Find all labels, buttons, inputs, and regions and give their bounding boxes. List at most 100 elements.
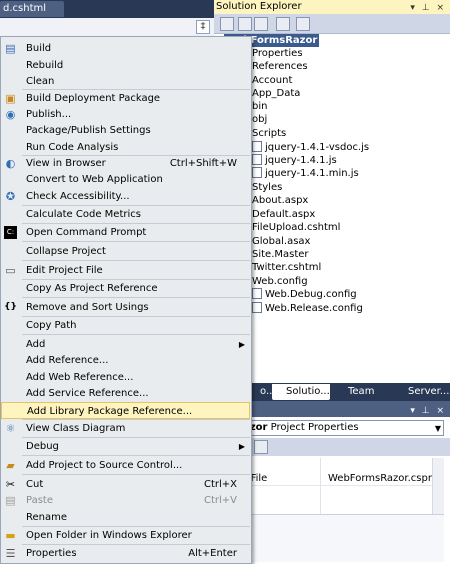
menu-item-copy-as-project-reference[interactable]: Copy As Project Reference [1, 280, 251, 297]
tree-item-file[interactable]: Web.Debug.config [252, 288, 357, 301]
menu-item-label: Debug [26, 441, 59, 452]
submenu-arrow-icon: ▶ [238, 442, 245, 451]
js-file-icon [252, 154, 262, 165]
menu-item-label: Add Library Package Reference... [27, 406, 193, 417]
tree-item-references[interactable]: References [252, 60, 308, 73]
menu-separator [22, 297, 250, 298]
menu-item-remove-and-sort-usings[interactable]: {} Remove and Sort Usings [1, 299, 251, 316]
tree-item-styles[interactable]: Styles [252, 181, 282, 194]
tab-solution-explorer[interactable]: Solutio... [272, 384, 330, 400]
menu-item-rebuild[interactable]: Rebuild [1, 57, 251, 74]
menu-item-calculate-code-metrics[interactable]: Calculate Code Metrics [1, 206, 251, 223]
menu-item-label: Add Service Reference... [26, 388, 149, 399]
menu-item-collapse-project[interactable]: Collapse Project [1, 243, 251, 260]
menu-item-label: Copy Path [26, 320, 77, 331]
tree-item-file[interactable]: jquery-1.4.1.min.js [252, 167, 359, 180]
menu-item-shortcut: Alt+Enter [188, 548, 237, 559]
menu-item-label: View Class Diagram [26, 423, 126, 434]
submenu-arrow-icon: ▶ [238, 340, 245, 349]
tab-team-explorer[interactable]: Team E... [334, 384, 392, 413]
menu-item-add-to-source-control[interactable]: ▰ Add Project to Source Control... [1, 457, 251, 474]
tree-item-file[interactable]: jquery-1.4.1.js [252, 154, 337, 167]
menu-item-convert-to-web-application[interactable]: Convert to Web Application [1, 171, 251, 188]
menu-item-package-publish-settings[interactable]: Package/Publish Settings [1, 122, 251, 139]
menu-item-debug[interactable]: Debug ▶ [1, 438, 251, 455]
tree-item-global[interactable]: Global.asax [252, 235, 310, 248]
tree-item-site-master[interactable]: Site.Master [252, 248, 309, 261]
menu-item-label: Check Accessibility... [26, 191, 130, 202]
menu-item-view-in-browser[interactable]: ◐ View in Browser Ctrl+Shift+W [1, 155, 251, 172]
browser-icon: ◐ [5, 157, 16, 170]
build-icon: ▤ [5, 42, 16, 55]
tree-item-bin[interactable]: bin [252, 100, 267, 113]
tree-item-default[interactable]: Default.aspx [252, 208, 315, 221]
menu-item-paste[interactable]: ▤ Paste Ctrl+V [1, 492, 251, 509]
menu-item-check-accessibility[interactable]: ✪ Check Accessibility... [1, 188, 251, 205]
menu-item-cut[interactable]: ✂ Cut Ctrl+X [1, 476, 251, 493]
tree-item-twitter[interactable]: Twitter.cshtml [252, 261, 321, 274]
menu-item-add-reference[interactable]: Add Reference... [1, 352, 251, 369]
menu-item-shortcut: Ctrl+V [203, 495, 237, 506]
menu-item-run-code-analysis[interactable]: Run Code Analysis [1, 139, 251, 156]
split-window-button[interactable]: ‡ [196, 20, 210, 34]
usings-icon: {} [4, 302, 17, 312]
properties-icon: ☰ [5, 547, 16, 560]
tree-item-file[interactable]: jquery-1.4.1-vsdoc.js [252, 141, 369, 154]
refresh-icon[interactable] [254, 17, 268, 31]
menu-item-label: View in Browser [26, 158, 106, 169]
tree-item-label: Web.Release.config [265, 303, 363, 314]
show-all-files-icon[interactable] [238, 17, 252, 31]
selector-object-type: Project Properties [267, 422, 359, 433]
menu-item-add-library-package-reference[interactable]: Add Library Package Reference... [1, 402, 250, 419]
tree-item-web-config[interactable]: Web.config [252, 275, 308, 288]
tree-item-label: jquery-1.4.1.js [265, 155, 337, 166]
editor-tab[interactable]: d.cshtml [0, 1, 64, 17]
menu-item-clean[interactable]: Clean [1, 73, 251, 90]
tree-item-properties[interactable]: Properties [252, 47, 303, 60]
tree-item-fileupload[interactable]: FileUpload.cshtml [252, 221, 340, 234]
menu-item-add-service-reference[interactable]: Add Service Reference... [1, 385, 251, 402]
menu-item-shortcut: Ctrl+Shift+W [169, 158, 237, 169]
menu-separator [22, 334, 250, 335]
menu-item-add[interactable]: Add ▶ [1, 336, 251, 353]
menu-item-open-folder[interactable]: ▬ Open Folder in Windows Explorer [1, 527, 251, 544]
menu-item-label: Package/Publish Settings [26, 125, 151, 136]
tree-item-account[interactable]: Account [252, 74, 292, 87]
tree-item-obj[interactable]: obj [252, 113, 267, 126]
property-pages-icon[interactable] [254, 440, 268, 454]
menu-item-open-command-prompt[interactable]: C: Open Command Prompt [1, 224, 251, 241]
panel-window-buttons[interactable]: ▾ ⊥ × [410, 1, 446, 15]
js-file-icon [252, 141, 262, 152]
menu-item-build[interactable]: ▤ Build [1, 40, 251, 57]
view-designer-icon[interactable] [276, 17, 290, 31]
menu-item-view-class-diagram[interactable]: ⚛ View Class Diagram [1, 420, 251, 437]
menu-item-label: Publish... [26, 109, 72, 120]
folder-icon: ▬ [5, 529, 16, 542]
menu-item-copy-path[interactable]: Copy Path [1, 317, 251, 334]
menu-item-build-deployment-package[interactable]: ▣ Build Deployment Package [1, 90, 251, 107]
cut-icon: ✂ [5, 478, 16, 491]
menu-item-publish[interactable]: ◉ Publish... [1, 106, 251, 123]
tab-server-explorer[interactable]: Server... [394, 384, 449, 400]
tree-item-scripts[interactable]: Scripts [252, 127, 286, 140]
view-class-diagram-tool-icon[interactable] [296, 17, 310, 31]
menu-item-properties[interactable]: ☰ Properties Alt+Enter [1, 545, 251, 562]
menu-item-label: Remove and Sort Usings [26, 302, 149, 313]
menu-item-rename[interactable]: Rename [1, 509, 251, 526]
panel-window-buttons[interactable]: ▾ ⊥ × [410, 403, 446, 419]
menu-item-label: Open Folder in Windows Explorer [26, 530, 192, 541]
property-grid-divider [320, 458, 321, 514]
properties-tool-icon[interactable] [220, 17, 234, 31]
menu-item-label: Build [26, 43, 52, 54]
source-control-icon: ▰ [6, 459, 15, 472]
menu-item-label: Build Deployment Package [26, 93, 161, 104]
menu-item-add-web-reference[interactable]: Add Web Reference... [1, 369, 251, 386]
menu-item-edit-project-file[interactable]: ▭ Edit Project File [1, 262, 251, 279]
menu-item-label: Add [26, 339, 46, 350]
tree-item-file[interactable]: Web.Release.config [252, 302, 363, 315]
menu-separator [22, 241, 250, 242]
menu-item-shortcut: Ctrl+X [203, 479, 237, 490]
tree-item-app-data[interactable]: App_Data [252, 87, 300, 100]
menu-item-label: Open Command Prompt [26, 227, 147, 238]
tree-item-about[interactable]: About.aspx [252, 194, 308, 207]
